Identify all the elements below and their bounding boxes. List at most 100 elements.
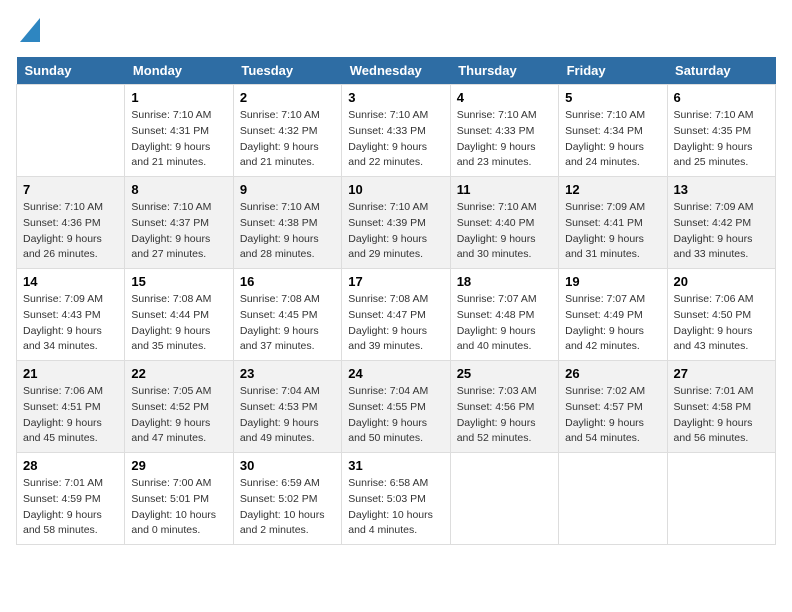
calendar-cell: 17 Sunrise: 7:08 AMSunset: 4:47 PMDayligh…: [342, 269, 450, 361]
calendar-header-row: SundayMondayTuesdayWednesdayThursdayFrid…: [17, 57, 776, 85]
calendar-cell: 9Sunrise: 7:10 AMSunset: 4:38 PMDaylight…: [233, 177, 341, 269]
calendar-table: SundayMondayTuesdayWednesdayThursdayFrid…: [16, 57, 776, 545]
calendar-cell: 26 Sunrise: 7:02 AMSunset: 4:57 PMDayligh…: [559, 361, 667, 453]
calendar-week-row: 21 Sunrise: 7:06 AMSunset: 4:51 PMDayligh…: [17, 361, 776, 453]
calendar-week-row: 1 Sunrise: 7:10 AMSunset: 4:31 PMDaylight…: [17, 85, 776, 177]
day-info: Sunrise: 7:09 AMSunset: 4:42 PMDaylight:…: [674, 200, 769, 263]
day-info: Sunrise: 7:10 AMSunset: 4:31 PMDaylight:…: [131, 108, 226, 171]
day-number: 25: [457, 366, 552, 381]
calendar-cell: 24 Sunrise: 7:04 AMSunset: 4:55 PMDayligh…: [342, 361, 450, 453]
calendar-cell: 2 Sunrise: 7:10 AMSunset: 4:32 PMDaylight…: [233, 85, 341, 177]
day-number: 5: [565, 90, 660, 105]
day-number: 10: [348, 182, 443, 197]
logo: [16, 16, 40, 47]
day-number: 8: [131, 182, 226, 197]
day-info: Sunrise: 7:09 AMSunset: 4:43 PMDaylight:…: [23, 292, 118, 355]
calendar-cell: 7 Sunrise: 7:10 AMSunset: 4:36 PMDaylight…: [17, 177, 125, 269]
calendar-cell: 12 Sunrise: 7:09 AMSunset: 4:41 PMDayligh…: [559, 177, 667, 269]
day-info: Sunrise: 6:59 AMSunset: 5:02 PMDaylight:…: [240, 476, 335, 539]
calendar-cell: 30 Sunrise: 6:59 AMSunset: 5:02 PMDayligh…: [233, 453, 341, 545]
day-info: Sunrise: 7:10 AMSunset: 4:36 PMDaylight:…: [23, 200, 118, 263]
calendar-cell: [450, 453, 558, 545]
day-number: 22: [131, 366, 226, 381]
day-info: Sunrise: 7:01 AMSunset: 4:59 PMDaylight:…: [23, 476, 118, 539]
calendar-cell: 20 Sunrise: 7:06 AMSunset: 4:50 PMDayligh…: [667, 269, 775, 361]
day-number: 26: [565, 366, 660, 381]
day-number: 12: [565, 182, 660, 197]
calendar-cell: 13 Sunrise: 7:09 AMSunset: 4:42 PMDayligh…: [667, 177, 775, 269]
day-info: Sunrise: 7:10 AMSunset: 4:33 PMDaylight:…: [457, 108, 552, 171]
day-info: Sunrise: 6:58 AMSunset: 5:03 PMDaylight:…: [348, 476, 443, 539]
day-info: Sunrise: 7:03 AMSunset: 4:56 PMDaylight:…: [457, 384, 552, 447]
calendar-cell: 15 Sunrise: 7:08 AMSunset: 4:44 PMDayligh…: [125, 269, 233, 361]
day-number: 6: [674, 90, 769, 105]
calendar-cell: 19 Sunrise: 7:07 AMSunset: 4:49 PMDayligh…: [559, 269, 667, 361]
day-info: Sunrise: 7:10 AMSunset: 4:40 PMDaylight:…: [457, 200, 552, 263]
day-number: 23: [240, 366, 335, 381]
calendar-cell: [17, 85, 125, 177]
day-number: 14: [23, 274, 118, 289]
day-of-week-header: Tuesday: [233, 57, 341, 85]
calendar-cell: 31Sunrise: 6:58 AMSunset: 5:03 PMDayligh…: [342, 453, 450, 545]
day-info: Sunrise: 7:09 AMSunset: 4:41 PMDaylight:…: [565, 200, 660, 263]
day-number: 2: [240, 90, 335, 105]
logo-triangle-icon: [20, 18, 40, 42]
calendar-cell: 14 Sunrise: 7:09 AMSunset: 4:43 PMDayligh…: [17, 269, 125, 361]
calendar-cell: 1 Sunrise: 7:10 AMSunset: 4:31 PMDaylight…: [125, 85, 233, 177]
day-of-week-header: Thursday: [450, 57, 558, 85]
calendar-cell: 28Sunrise: 7:01 AMSunset: 4:59 PMDayligh…: [17, 453, 125, 545]
day-number: 11: [457, 182, 552, 197]
calendar-cell: 5 Sunrise: 7:10 AMSunset: 4:34 PMDaylight…: [559, 85, 667, 177]
day-number: 1: [131, 90, 226, 105]
calendar-cell: 25 Sunrise: 7:03 AMSunset: 4:56 PMDayligh…: [450, 361, 558, 453]
day-number: 24: [348, 366, 443, 381]
day-number: 20: [674, 274, 769, 289]
calendar-cell: 11 Sunrise: 7:10 AMSunset: 4:40 PMDayligh…: [450, 177, 558, 269]
day-info: Sunrise: 7:10 AMSunset: 4:37 PMDaylight:…: [131, 200, 226, 263]
day-info: Sunrise: 7:05 AMSunset: 4:52 PMDaylight:…: [131, 384, 226, 447]
day-number: 13: [674, 182, 769, 197]
calendar-cell: 8 Sunrise: 7:10 AMSunset: 4:37 PMDaylight…: [125, 177, 233, 269]
day-of-week-header: Wednesday: [342, 57, 450, 85]
calendar-cell: [667, 453, 775, 545]
calendar-cell: 6Sunrise: 7:10 AMSunset: 4:35 PMDaylight…: [667, 85, 775, 177]
calendar-week-row: 28Sunrise: 7:01 AMSunset: 4:59 PMDayligh…: [17, 453, 776, 545]
day-info: Sunrise: 7:06 AMSunset: 4:51 PMDaylight:…: [23, 384, 118, 447]
day-number: 30: [240, 458, 335, 473]
day-of-week-header: Sunday: [17, 57, 125, 85]
day-info: Sunrise: 7:08 AMSunset: 4:44 PMDaylight:…: [131, 292, 226, 355]
calendar-cell: 4Sunrise: 7:10 AMSunset: 4:33 PMDaylight…: [450, 85, 558, 177]
day-of-week-header: Friday: [559, 57, 667, 85]
calendar-week-row: 14 Sunrise: 7:09 AMSunset: 4:43 PMDayligh…: [17, 269, 776, 361]
day-info: Sunrise: 7:04 AMSunset: 4:55 PMDaylight:…: [348, 384, 443, 447]
page-header: [16, 16, 776, 47]
day-number: 19: [565, 274, 660, 289]
day-number: 21: [23, 366, 118, 381]
day-number: 9: [240, 182, 335, 197]
day-info: Sunrise: 7:06 AMSunset: 4:50 PMDaylight:…: [674, 292, 769, 355]
day-number: 7: [23, 182, 118, 197]
calendar-cell: [559, 453, 667, 545]
day-of-week-header: Monday: [125, 57, 233, 85]
day-of-week-header: Saturday: [667, 57, 775, 85]
day-info: Sunrise: 7:02 AMSunset: 4:57 PMDaylight:…: [565, 384, 660, 447]
day-number: 3: [348, 90, 443, 105]
day-info: Sunrise: 7:10 AMSunset: 4:34 PMDaylight:…: [565, 108, 660, 171]
day-number: 17: [348, 274, 443, 289]
day-info: Sunrise: 7:10 AMSunset: 4:32 PMDaylight:…: [240, 108, 335, 171]
day-info: Sunrise: 7:08 AMSunset: 4:45 PMDaylight:…: [240, 292, 335, 355]
calendar-cell: 21 Sunrise: 7:06 AMSunset: 4:51 PMDayligh…: [17, 361, 125, 453]
day-info: Sunrise: 7:07 AMSunset: 4:48 PMDaylight:…: [457, 292, 552, 355]
day-info: Sunrise: 7:04 AMSunset: 4:53 PMDaylight:…: [240, 384, 335, 447]
day-number: 27: [674, 366, 769, 381]
day-info: Sunrise: 7:07 AMSunset: 4:49 PMDaylight:…: [565, 292, 660, 355]
day-info: Sunrise: 7:10 AMSunset: 4:33 PMDaylight:…: [348, 108, 443, 171]
calendar-cell: 27 Sunrise: 7:01 AMSunset: 4:58 PMDayligh…: [667, 361, 775, 453]
day-info: Sunrise: 7:08 AMSunset: 4:47 PMDaylight:…: [348, 292, 443, 355]
day-info: Sunrise: 7:10 AMSunset: 4:39 PMDaylight:…: [348, 200, 443, 263]
day-number: 15: [131, 274, 226, 289]
day-info: Sunrise: 7:01 AMSunset: 4:58 PMDaylight:…: [674, 384, 769, 447]
calendar-cell: 18Sunrise: 7:07 AMSunset: 4:48 PMDayligh…: [450, 269, 558, 361]
calendar-cell: 16Sunrise: 7:08 AMSunset: 4:45 PMDayligh…: [233, 269, 341, 361]
calendar-cell: 3 Sunrise: 7:10 AMSunset: 4:33 PMDaylight…: [342, 85, 450, 177]
